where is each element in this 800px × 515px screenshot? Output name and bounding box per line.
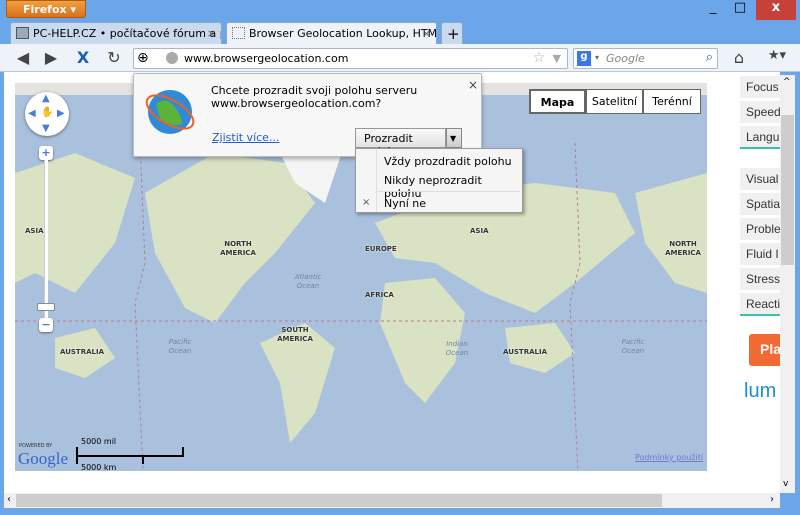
reload-icon[interactable]: ↻	[103, 48, 125, 67]
panel-item-speed[interactable]: Speed	[740, 101, 780, 124]
forward-icon[interactable]: ▶	[40, 48, 62, 67]
tab-close-icon[interactable]: ×	[207, 27, 216, 40]
map-type-terrain[interactable]: Terénní	[643, 89, 701, 114]
panel-item-language[interactable]: Langu	[740, 126, 780, 149]
url-text: www.browsergeolocation.com	[184, 52, 349, 65]
minimize-button[interactable]: _	[700, 0, 726, 20]
page-icon	[232, 27, 245, 39]
vertical-scrollbar[interactable]: ^ v	[780, 75, 795, 493]
panel-item-visual[interactable]: Visual	[740, 168, 780, 191]
prompt-domain: www.browsergeolocation.com?	[211, 97, 382, 110]
tab-label: PC-HELP.CZ • počítačové fórum a pc...	[33, 27, 221, 40]
label-asia-left: ASIA	[25, 227, 44, 235]
search-placeholder: Google	[606, 52, 645, 65]
label-pacific-right: Pacific Ocean	[621, 338, 645, 355]
close-prompt-button[interactable]: ×	[468, 78, 478, 92]
globe-icon	[166, 52, 178, 64]
label-north-america-right: NORTH AMERICA	[665, 240, 701, 257]
brand-logo: lum	[744, 380, 777, 402]
google-engine-icon[interactable]: g	[577, 51, 591, 66]
stop-icon[interactable]: X	[72, 48, 94, 67]
scale-bar	[76, 447, 184, 457]
home-icon[interactable]: ⌂	[728, 48, 750, 67]
search-icon[interactable]: ⌕	[706, 50, 713, 65]
panel-item-focus[interactable]: Focus	[740, 76, 780, 99]
tab-label: Browser Geolocation Lookup, HTML ...	[249, 27, 437, 40]
label-south-america: SOUTH AMERICA	[277, 326, 313, 343]
label-pacific-left: Pacific Ocean	[168, 338, 192, 355]
google-logo: Google	[18, 449, 69, 468]
share-options-menu: Vždy prozdradit polohu Nikdy neprozradit…	[355, 148, 523, 213]
map-type-satellite[interactable]: Satelitní	[586, 89, 643, 114]
geolocation-prompt: Chcete prozradit svoji polohu serveru ww…	[133, 73, 482, 158]
close-icon: ×	[362, 197, 371, 208]
scale-km: 5000 km	[81, 463, 117, 471]
hand-icon: ✋	[41, 107, 54, 118]
star-icon[interactable]: ☆	[532, 50, 545, 66]
label-atlantic: Atlantic Ocean	[294, 273, 322, 290]
scrollbar-thumb[interactable]	[781, 115, 794, 265]
label-europe: EUROPE	[365, 245, 397, 253]
dropdown-icon[interactable]: ▼	[553, 52, 561, 65]
horizontal-scrollbar[interactable]: ‹ ›	[4, 493, 780, 508]
new-tab-button[interactable]: +	[441, 22, 463, 44]
firefox-label: Firefox	[23, 3, 67, 16]
menu-item-not-now[interactable]: Nyní ne	[384, 197, 426, 210]
label-asia: ASIA	[470, 227, 489, 235]
panel-item-problem[interactable]: Proble	[740, 218, 780, 241]
panel-item-fluid[interactable]: Fluid I	[740, 243, 780, 266]
computer-icon	[16, 27, 29, 39]
label-indian: Indian Ocean	[445, 340, 469, 357]
play-button[interactable]: Pla	[749, 334, 780, 366]
scale-miles: 5000 mil	[81, 437, 117, 446]
zoom-in-button[interactable]: +	[39, 146, 53, 160]
url-bar[interactable]: ⊕ www.browsergeolocation.com ☆ ▼	[133, 48, 568, 69]
panel-item-spatial[interactable]: Spatia	[740, 193, 780, 216]
label-australia: AUSTRALIA	[503, 348, 547, 356]
back-icon[interactable]: ◀	[12, 48, 34, 67]
geolocation-icon[interactable]: ⊕	[137, 50, 149, 66]
globe-icon	[145, 90, 195, 134]
zoom-handle[interactable]	[37, 303, 55, 311]
close-window-button[interactable]: x	[756, 0, 796, 20]
tab-pc-help[interactable]: PC-HELP.CZ • počítačové fórum a pc...×	[10, 22, 222, 44]
maximize-button[interactable]: □	[726, 0, 754, 20]
menu-item-always-share[interactable]: Vždy prozdradit polohu	[384, 155, 512, 168]
zoom-slider[interactable]	[44, 160, 48, 320]
navigation-toolbar: ◀ ▶ X ↻ ⊕ www.browsergeolocation.com ☆ ▼…	[0, 44, 800, 72]
terms-link[interactable]: Podmínky použití	[635, 453, 703, 462]
scrollbar-thumb[interactable]	[16, 494, 662, 507]
tab-geolocation[interactable]: Browser Geolocation Lookup, HTML ... ×	[226, 22, 437, 44]
label-australia-left: AUSTRALIA	[60, 348, 104, 356]
panel-item-reaction[interactable]: Reacti	[740, 293, 780, 316]
zoom-out-button[interactable]: −	[39, 318, 53, 332]
firefox-menu-button[interactable]: Firefox ▾	[6, 0, 86, 18]
share-options-dropdown[interactable]: ▼	[446, 128, 462, 148]
search-box[interactable]: g ▾ Google ⌕	[573, 48, 718, 69]
label-north-america: NORTH AMERICA	[220, 240, 256, 257]
prompt-question: Chcete prozradit svoji polohu serveru	[211, 84, 418, 97]
map-type-mapa[interactable]: Mapa	[529, 89, 586, 114]
panel-item-stress[interactable]: Stress	[740, 268, 780, 291]
tab-close-icon[interactable]: ×	[422, 27, 431, 40]
label-africa: AFRICA	[365, 291, 394, 299]
pan-control[interactable]: ▲ ▼ ◀ ▶ ✋	[25, 92, 69, 136]
learn-more-link[interactable]: Zjistit více...	[212, 131, 279, 144]
share-location-button[interactable]: Prozradit polohu	[355, 128, 446, 158]
bookmarks-icon[interactable]: ★▾	[762, 48, 792, 63]
